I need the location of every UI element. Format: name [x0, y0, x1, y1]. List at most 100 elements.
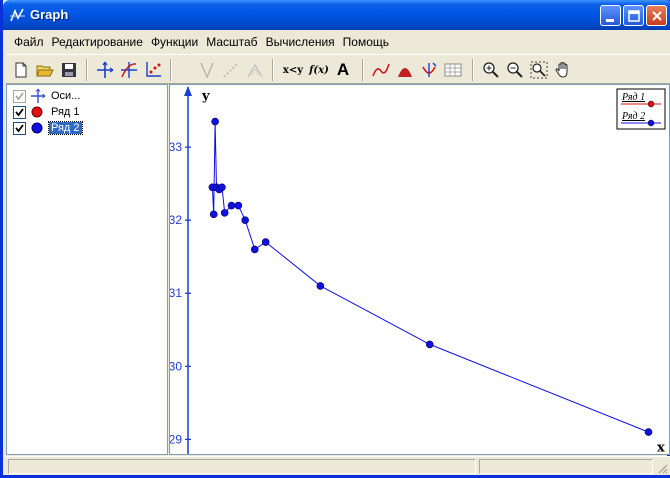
zoom-out-button[interactable] [504, 59, 526, 81]
series-1-checkbox[interactable] [13, 105, 26, 119]
area-icon [398, 68, 412, 77]
insert-shading-icon [247, 63, 263, 78]
insert-function-icon [121, 62, 137, 78]
zoom-in-button[interactable] [480, 59, 502, 81]
calculate-icon [422, 62, 437, 77]
data-point [644, 428, 653, 436]
legend-marker [647, 100, 655, 108]
save-icon [62, 63, 76, 77]
toolbar-separator [272, 59, 274, 81]
legend-label: Ряд 2 [621, 111, 645, 122]
pan-button[interactable] [552, 59, 574, 81]
zoom-out-icon [507, 62, 523, 78]
toolbar: x<y f(x) A [6, 54, 670, 84]
new-file-icon [15, 62, 27, 78]
minimize-button[interactable] [600, 5, 621, 26]
menu-edit[interactable]: Редактирование [48, 32, 147, 52]
blue-dot-icon [31, 122, 43, 134]
xy-label-icon: x<y [282, 64, 304, 76]
new-file-button[interactable] [10, 59, 32, 81]
y-tick-label: 31 [170, 286, 182, 300]
zoom-fit-icon [530, 61, 548, 79]
insert-point-series-button[interactable] [142, 59, 164, 81]
tree-item-label: Оси... [51, 90, 81, 102]
menu-zoom[interactable]: Масштаб [202, 32, 261, 52]
tree-item-series-2[interactable]: Ряд 2 [13, 120, 83, 136]
checkmark-icon [15, 107, 24, 116]
data-point [218, 183, 226, 192]
text-label-button[interactable]: A [332, 59, 354, 81]
series-2-checkbox[interactable] [13, 121, 26, 135]
y-tick-label: 33 [170, 140, 182, 154]
data-point [209, 210, 218, 219]
toolbar-separator [86, 59, 88, 81]
tree-item-label: Ряд 1 [51, 106, 80, 118]
maximize-icon [628, 10, 640, 22]
function-fx-icon: f(x) [309, 64, 329, 76]
toolbar-separator [362, 59, 364, 81]
toolbar-separator [472, 59, 474, 81]
legend-marker [647, 119, 655, 127]
data-point [316, 282, 325, 290]
menu-file[interactable]: Файл [10, 32, 48, 52]
toolbar-separator [170, 59, 172, 81]
x-axis-label: x [657, 440, 665, 454]
app-window: Graph Файл Редактирование Функции Масшта… [0, 0, 670, 478]
red-dot-icon [31, 106, 43, 118]
axes-button[interactable] [94, 59, 116, 81]
insert-point-series-icon [146, 62, 161, 77]
y-tick-label: 29 [170, 432, 182, 446]
insert-function-button[interactable] [118, 59, 140, 81]
trendline-button[interactable] [370, 59, 392, 81]
trendline-icon [372, 63, 390, 77]
checkmark-icon [15, 91, 24, 100]
status-pane-coords [479, 459, 653, 474]
series-tree-panel: Оси... Ряд 1 Ряд 2 [6, 84, 168, 455]
zoom-fit-button[interactable] [528, 59, 550, 81]
table-button[interactable] [442, 59, 464, 81]
title-bar[interactable]: Graph [3, 0, 670, 30]
tree-item-series-1[interactable]: Ряд 1 [13, 104, 82, 120]
calculate-button[interactable] [418, 59, 440, 81]
insert-relation-button[interactable] [220, 59, 242, 81]
axes-icon [31, 88, 46, 103]
close-icon [652, 11, 662, 21]
tree-item-axes[interactable]: Оси... [13, 88, 82, 104]
menu-functions[interactable]: Функции [147, 32, 202, 52]
window-title: Graph [30, 7, 69, 22]
close-button[interactable] [646, 5, 667, 26]
y-tick-label: 30 [170, 359, 182, 373]
legend-label: Ряд 1 [621, 92, 645, 103]
menu-calculate[interactable]: Вычисления [262, 32, 339, 52]
minimize-icon [606, 19, 614, 22]
insert-tangent-icon [200, 62, 214, 79]
save-button[interactable] [58, 59, 80, 81]
graph-plot-area[interactable]: xy00.511.522.532930313233Ряд 1Ряд 2 [169, 84, 670, 478]
zoom-in-icon [483, 62, 499, 78]
area-button[interactable] [394, 59, 416, 81]
series-line [211, 121, 649, 433]
maximize-button[interactable] [623, 5, 644, 26]
text-label-icon: A [336, 60, 350, 79]
axes-checkbox[interactable] [13, 89, 26, 103]
insert-tangent-button[interactable] [196, 59, 218, 81]
data-point [425, 340, 434, 349]
insert-shading-button[interactable] [244, 59, 266, 81]
data-point [261, 238, 270, 246]
menu-help[interactable]: Помощь [339, 32, 393, 52]
y-axis-arrow [184, 86, 192, 96]
resize-grip-icon[interactable] [656, 462, 668, 474]
checkmark-icon [15, 123, 24, 132]
y-axis-label: y [201, 89, 210, 104]
status-bar [6, 456, 670, 475]
open-button[interactable] [34, 59, 56, 81]
function-fx-button[interactable]: f(x) [308, 59, 330, 81]
insert-point-label-button[interactable]: x<y [280, 59, 306, 81]
graph-chart[interactable]: xy00.511.522.532930313233Ряд 1Ряд 2 [169, 85, 669, 478]
y-tick-label: 32 [170, 213, 182, 227]
data-point [220, 209, 229, 217]
table-icon [444, 63, 462, 77]
pan-hand-icon [555, 61, 568, 78]
data-point [211, 117, 219, 126]
status-pane-main [8, 459, 476, 474]
